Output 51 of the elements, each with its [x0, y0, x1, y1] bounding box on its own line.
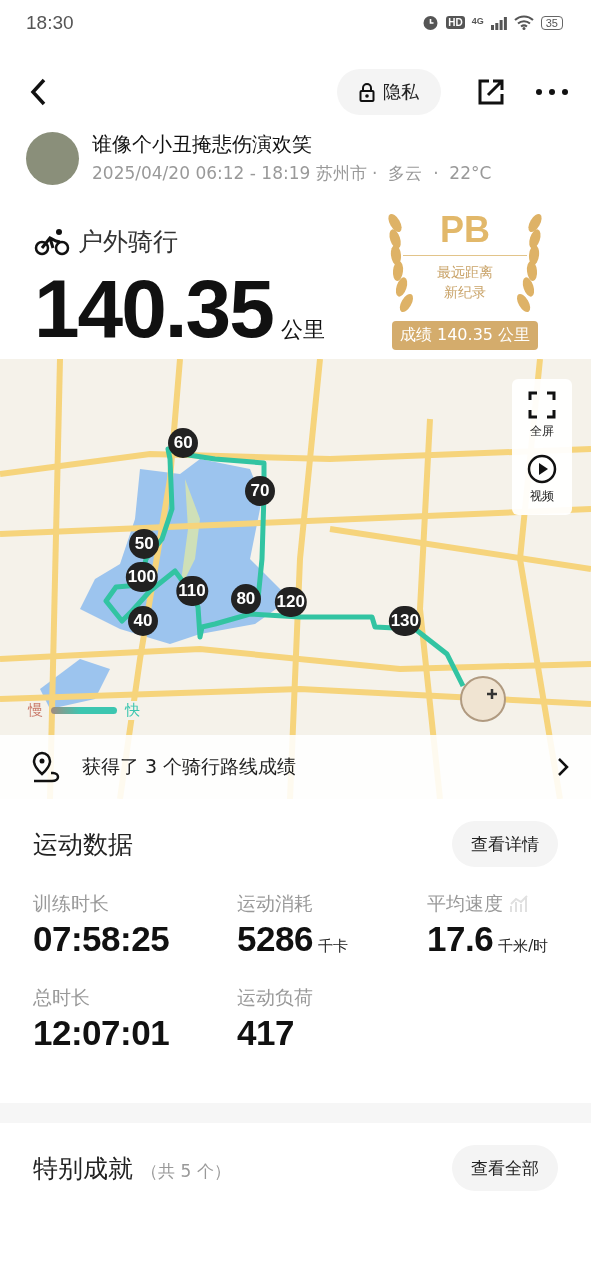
- distance-value: 140.35: [34, 262, 273, 356]
- battery-indicator: 35: [540, 15, 563, 30]
- status-time: 18:30: [26, 11, 74, 34]
- pb-result-tag: 成绩 140.35 公里: [391, 321, 539, 350]
- stat-unit: 千米/时: [498, 937, 549, 956]
- user-name: 谁像个小丑掩悲伤演欢笑: [92, 131, 313, 158]
- legend-fast-label: 快: [123, 701, 142, 720]
- fullscreen-icon: [528, 391, 556, 419]
- wifi-icon: [513, 15, 534, 30]
- stat-label: 平均速度: [427, 891, 503, 916]
- stat-value: 5286: [237, 919, 313, 959]
- stat-value: 12:07:01: [33, 1013, 170, 1053]
- view-details-button[interactable]: 查看详情: [452, 821, 558, 867]
- achievement-count: （共 5 个）: [141, 1160, 231, 1181]
- stat-value: 17.6: [427, 919, 494, 959]
- hd-icon: HD: [446, 16, 465, 29]
- cyclist-icon: [34, 227, 70, 256]
- stat-label: 运动消耗: [237, 891, 313, 916]
- route-achievement-banner[interactable]: 获得了 3 个骑行路线成绩: [0, 735, 591, 799]
- avatar-photo-placeholder[interactable]: [26, 131, 79, 185]
- stat-label: 运动负荷: [237, 985, 313, 1010]
- speed-gradient-bar: [51, 707, 117, 714]
- share-button[interactable]: [477, 78, 505, 106]
- back-button[interactable]: [28, 77, 48, 107]
- stat-label: 训练时长: [33, 891, 109, 916]
- signal-icon: [490, 15, 507, 30]
- pb-label: 最远距离: [437, 263, 493, 282]
- network-label: 4G: [471, 16, 484, 26]
- stat-unit: 千卡: [317, 937, 348, 956]
- section-title: 运动数据: [33, 828, 133, 861]
- legend-slow-label: 慢: [26, 701, 45, 720]
- map-control-button[interactable]: 全屏: [528, 391, 556, 440]
- play-icon: [527, 454, 557, 484]
- lock-icon: [359, 82, 375, 102]
- stat-label: 总时长: [33, 985, 90, 1010]
- distance-unit: 公里: [280, 316, 325, 344]
- privacy-button[interactable]: 隐私: [337, 69, 441, 115]
- chevron-right-icon: [557, 757, 569, 777]
- section-title: 特别成就: [33, 1153, 133, 1183]
- pb-title: PB: [440, 209, 490, 251]
- stat-value: 417: [237, 1013, 294, 1053]
- alarm-icon: [422, 14, 440, 31]
- view-all-button[interactable]: 查看全部: [452, 1145, 558, 1191]
- activity-meta: 2025/04/20 06:12 - 18:19 苏州市 · 多云 · 22°C: [92, 162, 492, 185]
- activity-type: 户外骑行: [78, 226, 178, 258]
- map-control-button[interactable]: 视频: [527, 454, 557, 505]
- more-button[interactable]: [535, 88, 569, 96]
- route-achievement-text: 获得了 3 个骑行路线成绩: [82, 754, 298, 779]
- pb-label: 新纪录: [444, 283, 486, 302]
- route-pin-icon: [32, 751, 62, 783]
- stat-value: 07:58:25: [33, 919, 170, 959]
